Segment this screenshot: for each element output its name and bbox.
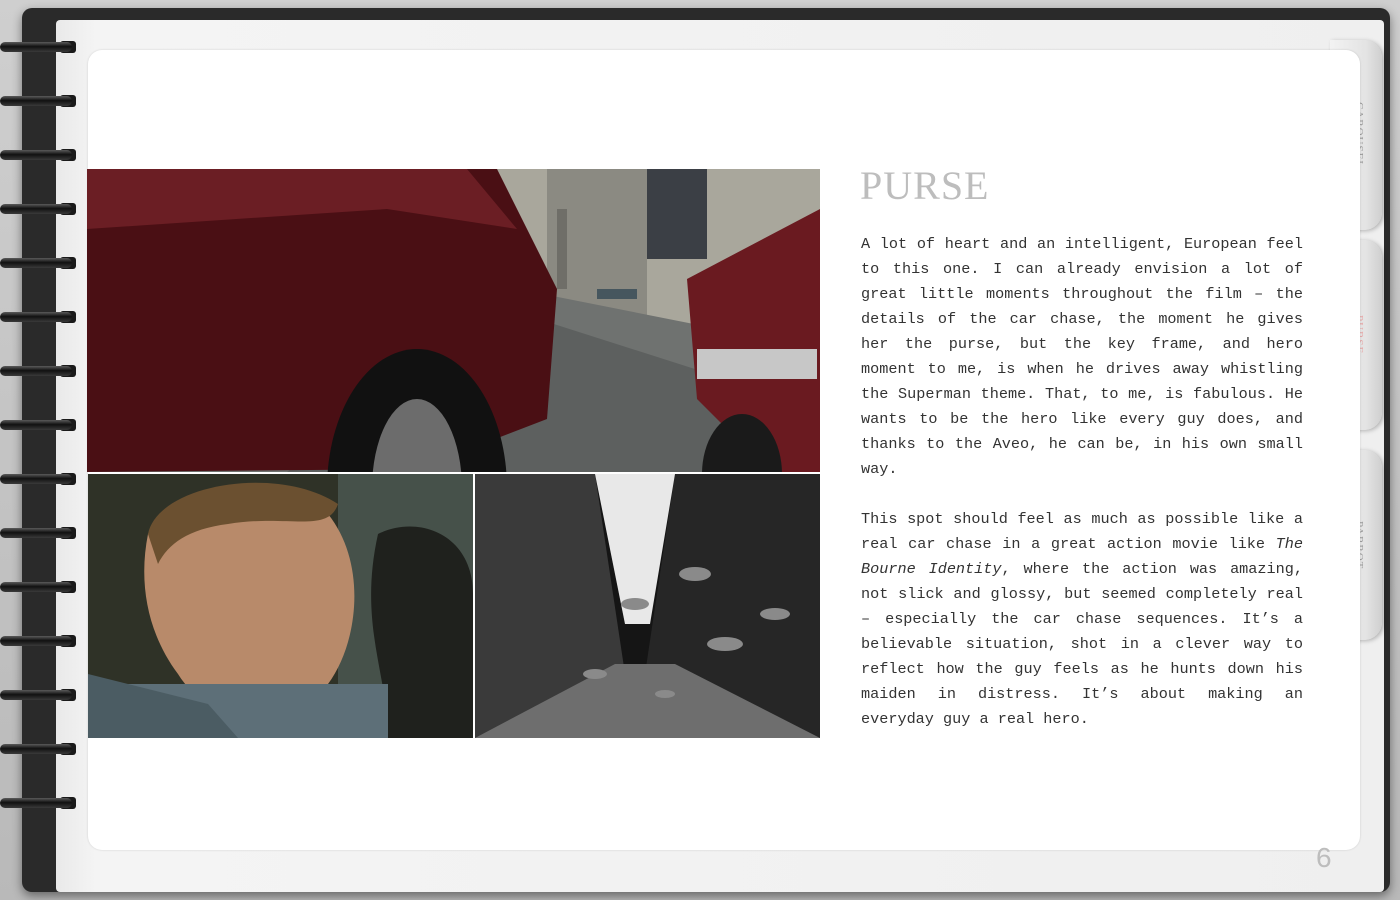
spiral-coil	[0, 418, 82, 432]
article-body: A lot of heart and an intelligent, Europ…	[861, 232, 1303, 757]
spiral-coil	[0, 634, 82, 648]
page-title: PURSE	[860, 163, 990, 208]
photo-car-chase	[87, 169, 820, 472]
spiral-coil	[0, 256, 82, 270]
spiral-coil	[0, 202, 82, 216]
spiral-coil	[0, 688, 82, 702]
spiral-coil	[0, 472, 82, 486]
spiral-coil	[0, 580, 82, 594]
photo-driver-portrait	[88, 474, 473, 738]
spiral-coil	[0, 796, 82, 810]
street-illustration	[475, 474, 820, 738]
car-chase-illustration	[87, 169, 820, 472]
page-number: 6	[1316, 842, 1332, 873]
spiral-coil	[0, 526, 82, 540]
spiral-coil	[0, 364, 82, 378]
spiral-coil	[0, 148, 82, 162]
paragraph-1: A lot of heart and an intelligent, Europ…	[861, 235, 1303, 478]
spiral-coil	[0, 742, 82, 756]
driver-illustration	[88, 474, 473, 738]
spiral-coil	[0, 310, 82, 324]
spiral-coil	[0, 40, 82, 54]
spiral-binding	[0, 40, 84, 840]
spiral-coil	[0, 94, 82, 108]
photo-street-pigeons	[475, 474, 820, 738]
paragraph-2-start: This spot should feel as much as possibl…	[861, 510, 1303, 553]
paragraph-2: This spot should feel as much as possibl…	[861, 507, 1303, 732]
paragraph-2-end: , where the action was amazing, not slic…	[861, 560, 1303, 728]
